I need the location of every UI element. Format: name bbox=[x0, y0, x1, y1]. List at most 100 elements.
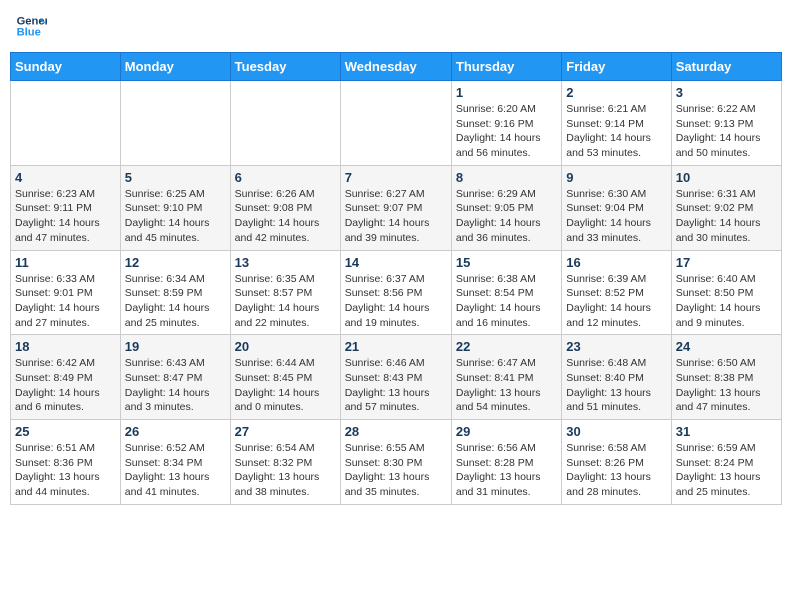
calendar-cell: 9 Sunrise: 6:30 AM Sunset: 9:04 PM Daylig… bbox=[562, 165, 671, 250]
weekday-header-row: SundayMondayTuesdayWednesdayThursdayFrid… bbox=[11, 53, 782, 81]
weekday-header-saturday: Saturday bbox=[671, 53, 781, 81]
day-number: 25 bbox=[15, 424, 116, 439]
day-info: Sunrise: 6:47 AM Sunset: 8:41 PM Dayligh… bbox=[456, 356, 557, 415]
calendar-cell: 7 Sunrise: 6:27 AM Sunset: 9:07 PM Daylig… bbox=[340, 165, 451, 250]
calendar-cell: 10Sunrise: 6:31 AM Sunset: 9:02 PM Dayli… bbox=[671, 165, 781, 250]
day-info: Sunrise: 6:22 AM Sunset: 9:13 PM Dayligh… bbox=[676, 102, 777, 161]
logo: General Blue bbox=[15, 10, 52, 42]
calendar-cell: 29 Sunrise: 6:56 AM Sunset: 8:28 PM Dayli… bbox=[451, 420, 561, 505]
week-row-4: 18 Sunrise: 6:42 AM Sunset: 8:49 PM Dayli… bbox=[11, 335, 782, 420]
day-number: 21 bbox=[345, 339, 447, 354]
calendar-cell: 15 Sunrise: 6:38 AM Sunset: 8:54 PM Dayli… bbox=[451, 250, 561, 335]
day-info: Sunrise: 6:38 AM Sunset: 8:54 PM Dayligh… bbox=[456, 272, 557, 331]
day-number: 29 bbox=[456, 424, 557, 439]
calendar-cell: 3 Sunrise: 6:22 AM Sunset: 9:13 PM Daylig… bbox=[671, 81, 781, 166]
day-number: 20 bbox=[235, 339, 336, 354]
day-info: Sunrise: 6:34 AM Sunset: 8:59 PM Dayligh… bbox=[125, 272, 226, 331]
calendar-cell: 5 Sunrise: 6:25 AM Sunset: 9:10 PM Daylig… bbox=[120, 165, 230, 250]
calendar-cell: 30 Sunrise: 6:58 AM Sunset: 8:26 PM Dayli… bbox=[562, 420, 671, 505]
svg-text:Blue: Blue bbox=[17, 27, 41, 39]
calendar-cell: 23 Sunrise: 6:48 AM Sunset: 8:40 PM Dayli… bbox=[562, 335, 671, 420]
week-row-2: 4Sunrise: 6:23 AM Sunset: 9:11 PM Daylig… bbox=[11, 165, 782, 250]
calendar-cell: 11 Sunrise: 6:33 AM Sunset: 9:01 PM Dayli… bbox=[11, 250, 121, 335]
day-number: 9 bbox=[566, 170, 666, 185]
calendar-cell bbox=[340, 81, 451, 166]
calendar-cell: 13 Sunrise: 6:35 AM Sunset: 8:57 PM Dayli… bbox=[230, 250, 340, 335]
week-row-3: 11 Sunrise: 6:33 AM Sunset: 9:01 PM Dayli… bbox=[11, 250, 782, 335]
day-number: 30 bbox=[566, 424, 666, 439]
calendar-cell: 26 Sunrise: 6:52 AM Sunset: 8:34 PM Dayli… bbox=[120, 420, 230, 505]
calendar-cell: 12 Sunrise: 6:34 AM Sunset: 8:59 PM Dayli… bbox=[120, 250, 230, 335]
day-number: 6 bbox=[235, 170, 336, 185]
day-number: 24 bbox=[676, 339, 777, 354]
day-number: 16 bbox=[566, 255, 666, 270]
calendar-cell: 6 Sunrise: 6:26 AM Sunset: 9:08 PM Daylig… bbox=[230, 165, 340, 250]
week-row-5: 25 Sunrise: 6:51 AM Sunset: 8:36 PM Dayli… bbox=[11, 420, 782, 505]
day-info: Sunrise: 6:48 AM Sunset: 8:40 PM Dayligh… bbox=[566, 356, 666, 415]
day-number: 5 bbox=[125, 170, 226, 185]
day-number: 18 bbox=[15, 339, 116, 354]
calendar-cell bbox=[230, 81, 340, 166]
day-number: 26 bbox=[125, 424, 226, 439]
day-number: 13 bbox=[235, 255, 336, 270]
calendar-cell: 2Sunrise: 6:21 AM Sunset: 9:14 PM Daylig… bbox=[562, 81, 671, 166]
day-info: Sunrise: 6:29 AM Sunset: 9:05 PM Dayligh… bbox=[456, 187, 557, 246]
weekday-header-wednesday: Wednesday bbox=[340, 53, 451, 81]
calendar-cell: 4Sunrise: 6:23 AM Sunset: 9:11 PM Daylig… bbox=[11, 165, 121, 250]
calendar: SundayMondayTuesdayWednesdayThursdayFrid… bbox=[10, 52, 782, 505]
calendar-cell: 31Sunrise: 6:59 AM Sunset: 8:24 PM Dayli… bbox=[671, 420, 781, 505]
day-number: 14 bbox=[345, 255, 447, 270]
calendar-cell: 1Sunrise: 6:20 AM Sunset: 9:16 PM Daylig… bbox=[451, 81, 561, 166]
calendar-cell: 25 Sunrise: 6:51 AM Sunset: 8:36 PM Dayli… bbox=[11, 420, 121, 505]
day-number: 11 bbox=[15, 255, 116, 270]
calendar-cell: 27Sunrise: 6:54 AM Sunset: 8:32 PM Dayli… bbox=[230, 420, 340, 505]
calendar-cell: 17Sunrise: 6:40 AM Sunset: 8:50 PM Dayli… bbox=[671, 250, 781, 335]
day-info: Sunrise: 6:58 AM Sunset: 8:26 PM Dayligh… bbox=[566, 441, 666, 500]
day-info: Sunrise: 6:30 AM Sunset: 9:04 PM Dayligh… bbox=[566, 187, 666, 246]
day-number: 23 bbox=[566, 339, 666, 354]
day-info: Sunrise: 6:42 AM Sunset: 8:49 PM Dayligh… bbox=[15, 356, 116, 415]
day-info: Sunrise: 6:39 AM Sunset: 8:52 PM Dayligh… bbox=[566, 272, 666, 331]
day-number: 19 bbox=[125, 339, 226, 354]
day-info: Sunrise: 6:46 AM Sunset: 8:43 PM Dayligh… bbox=[345, 356, 447, 415]
calendar-cell bbox=[11, 81, 121, 166]
weekday-header-tuesday: Tuesday bbox=[230, 53, 340, 81]
day-info: Sunrise: 6:31 AM Sunset: 9:02 PM Dayligh… bbox=[676, 187, 777, 246]
calendar-cell: 14 Sunrise: 6:37 AM Sunset: 8:56 PM Dayli… bbox=[340, 250, 451, 335]
day-number: 7 bbox=[345, 170, 447, 185]
calendar-cell: 8 Sunrise: 6:29 AM Sunset: 9:05 PM Daylig… bbox=[451, 165, 561, 250]
calendar-cell bbox=[120, 81, 230, 166]
day-info: Sunrise: 6:52 AM Sunset: 8:34 PM Dayligh… bbox=[125, 441, 226, 500]
day-info: Sunrise: 6:50 AM Sunset: 8:38 PM Dayligh… bbox=[676, 356, 777, 415]
day-info: Sunrise: 6:33 AM Sunset: 9:01 PM Dayligh… bbox=[15, 272, 116, 331]
day-number: 2 bbox=[566, 85, 666, 100]
day-number: 8 bbox=[456, 170, 557, 185]
weekday-header-monday: Monday bbox=[120, 53, 230, 81]
page-header: General Blue bbox=[10, 10, 782, 42]
day-info: Sunrise: 6:27 AM Sunset: 9:07 PM Dayligh… bbox=[345, 187, 447, 246]
day-number: 17 bbox=[676, 255, 777, 270]
calendar-cell: 16 Sunrise: 6:39 AM Sunset: 8:52 PM Dayli… bbox=[562, 250, 671, 335]
logo-icon: General Blue bbox=[15, 10, 47, 42]
calendar-cell: 21 Sunrise: 6:46 AM Sunset: 8:43 PM Dayli… bbox=[340, 335, 451, 420]
day-info: Sunrise: 6:51 AM Sunset: 8:36 PM Dayligh… bbox=[15, 441, 116, 500]
day-info: Sunrise: 6:37 AM Sunset: 8:56 PM Dayligh… bbox=[345, 272, 447, 331]
calendar-cell: 19Sunrise: 6:43 AM Sunset: 8:47 PM Dayli… bbox=[120, 335, 230, 420]
day-info: Sunrise: 6:59 AM Sunset: 8:24 PM Dayligh… bbox=[676, 441, 777, 500]
day-info: Sunrise: 6:35 AM Sunset: 8:57 PM Dayligh… bbox=[235, 272, 336, 331]
calendar-cell: 24 Sunrise: 6:50 AM Sunset: 8:38 PM Dayli… bbox=[671, 335, 781, 420]
day-number: 4 bbox=[15, 170, 116, 185]
day-info: Sunrise: 6:55 AM Sunset: 8:30 PM Dayligh… bbox=[345, 441, 447, 500]
day-number: 28 bbox=[345, 424, 447, 439]
day-info: Sunrise: 6:26 AM Sunset: 9:08 PM Dayligh… bbox=[235, 187, 336, 246]
day-info: Sunrise: 6:56 AM Sunset: 8:28 PM Dayligh… bbox=[456, 441, 557, 500]
day-number: 3 bbox=[676, 85, 777, 100]
weekday-header-friday: Friday bbox=[562, 53, 671, 81]
day-info: Sunrise: 6:25 AM Sunset: 9:10 PM Dayligh… bbox=[125, 187, 226, 246]
weekday-header-sunday: Sunday bbox=[11, 53, 121, 81]
calendar-cell: 18 Sunrise: 6:42 AM Sunset: 8:49 PM Dayli… bbox=[11, 335, 121, 420]
calendar-cell: 22Sunrise: 6:47 AM Sunset: 8:41 PM Dayli… bbox=[451, 335, 561, 420]
day-number: 15 bbox=[456, 255, 557, 270]
day-info: Sunrise: 6:44 AM Sunset: 8:45 PM Dayligh… bbox=[235, 356, 336, 415]
day-number: 12 bbox=[125, 255, 226, 270]
